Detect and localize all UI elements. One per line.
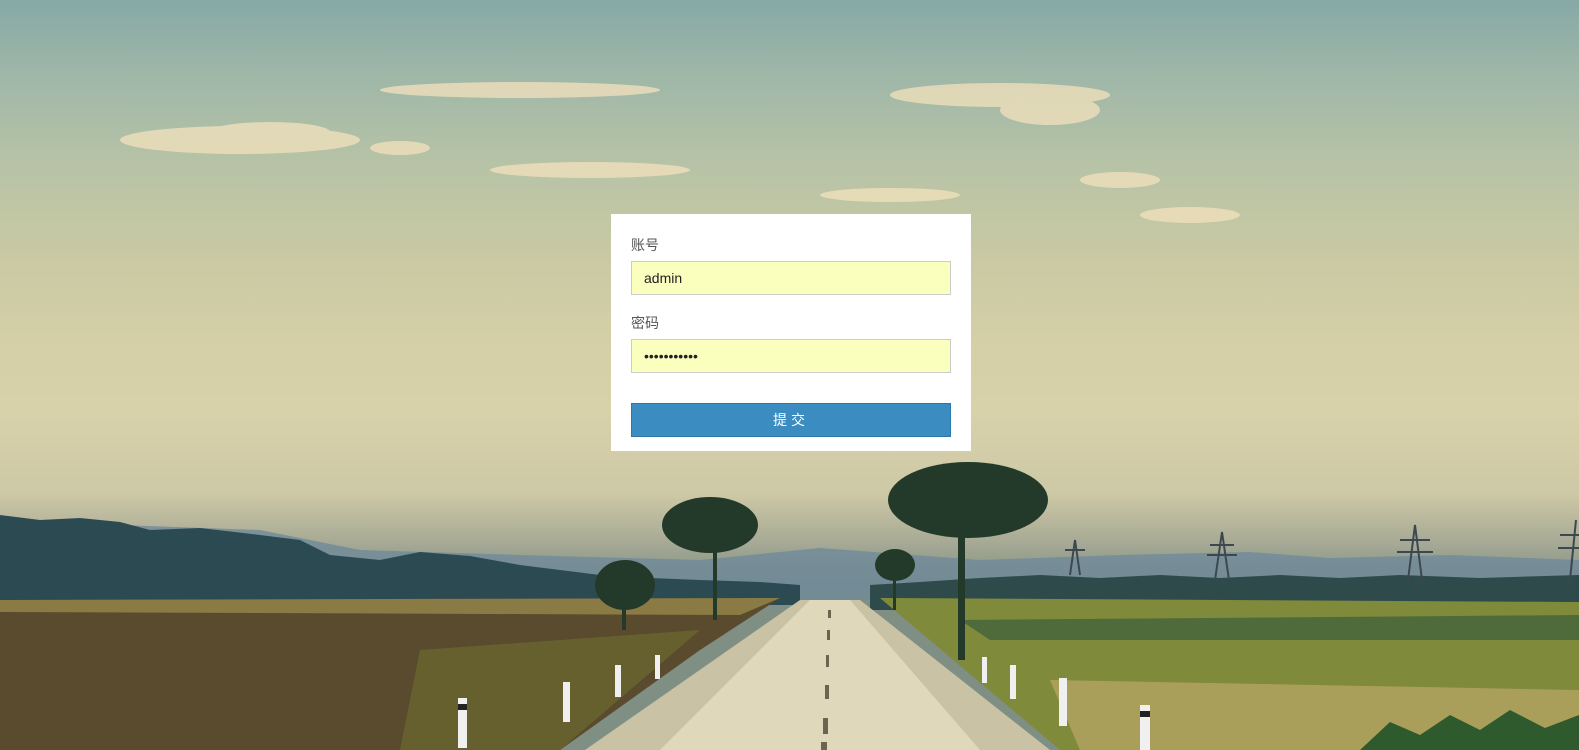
submit-button[interactable]: 提交	[631, 403, 951, 437]
password-label: 密码	[631, 315, 659, 331]
password-input[interactable]	[631, 339, 951, 373]
account-input[interactable]	[631, 261, 951, 295]
account-label: 账号	[631, 237, 659, 253]
login-card: 账号 密码 提交	[611, 214, 971, 451]
